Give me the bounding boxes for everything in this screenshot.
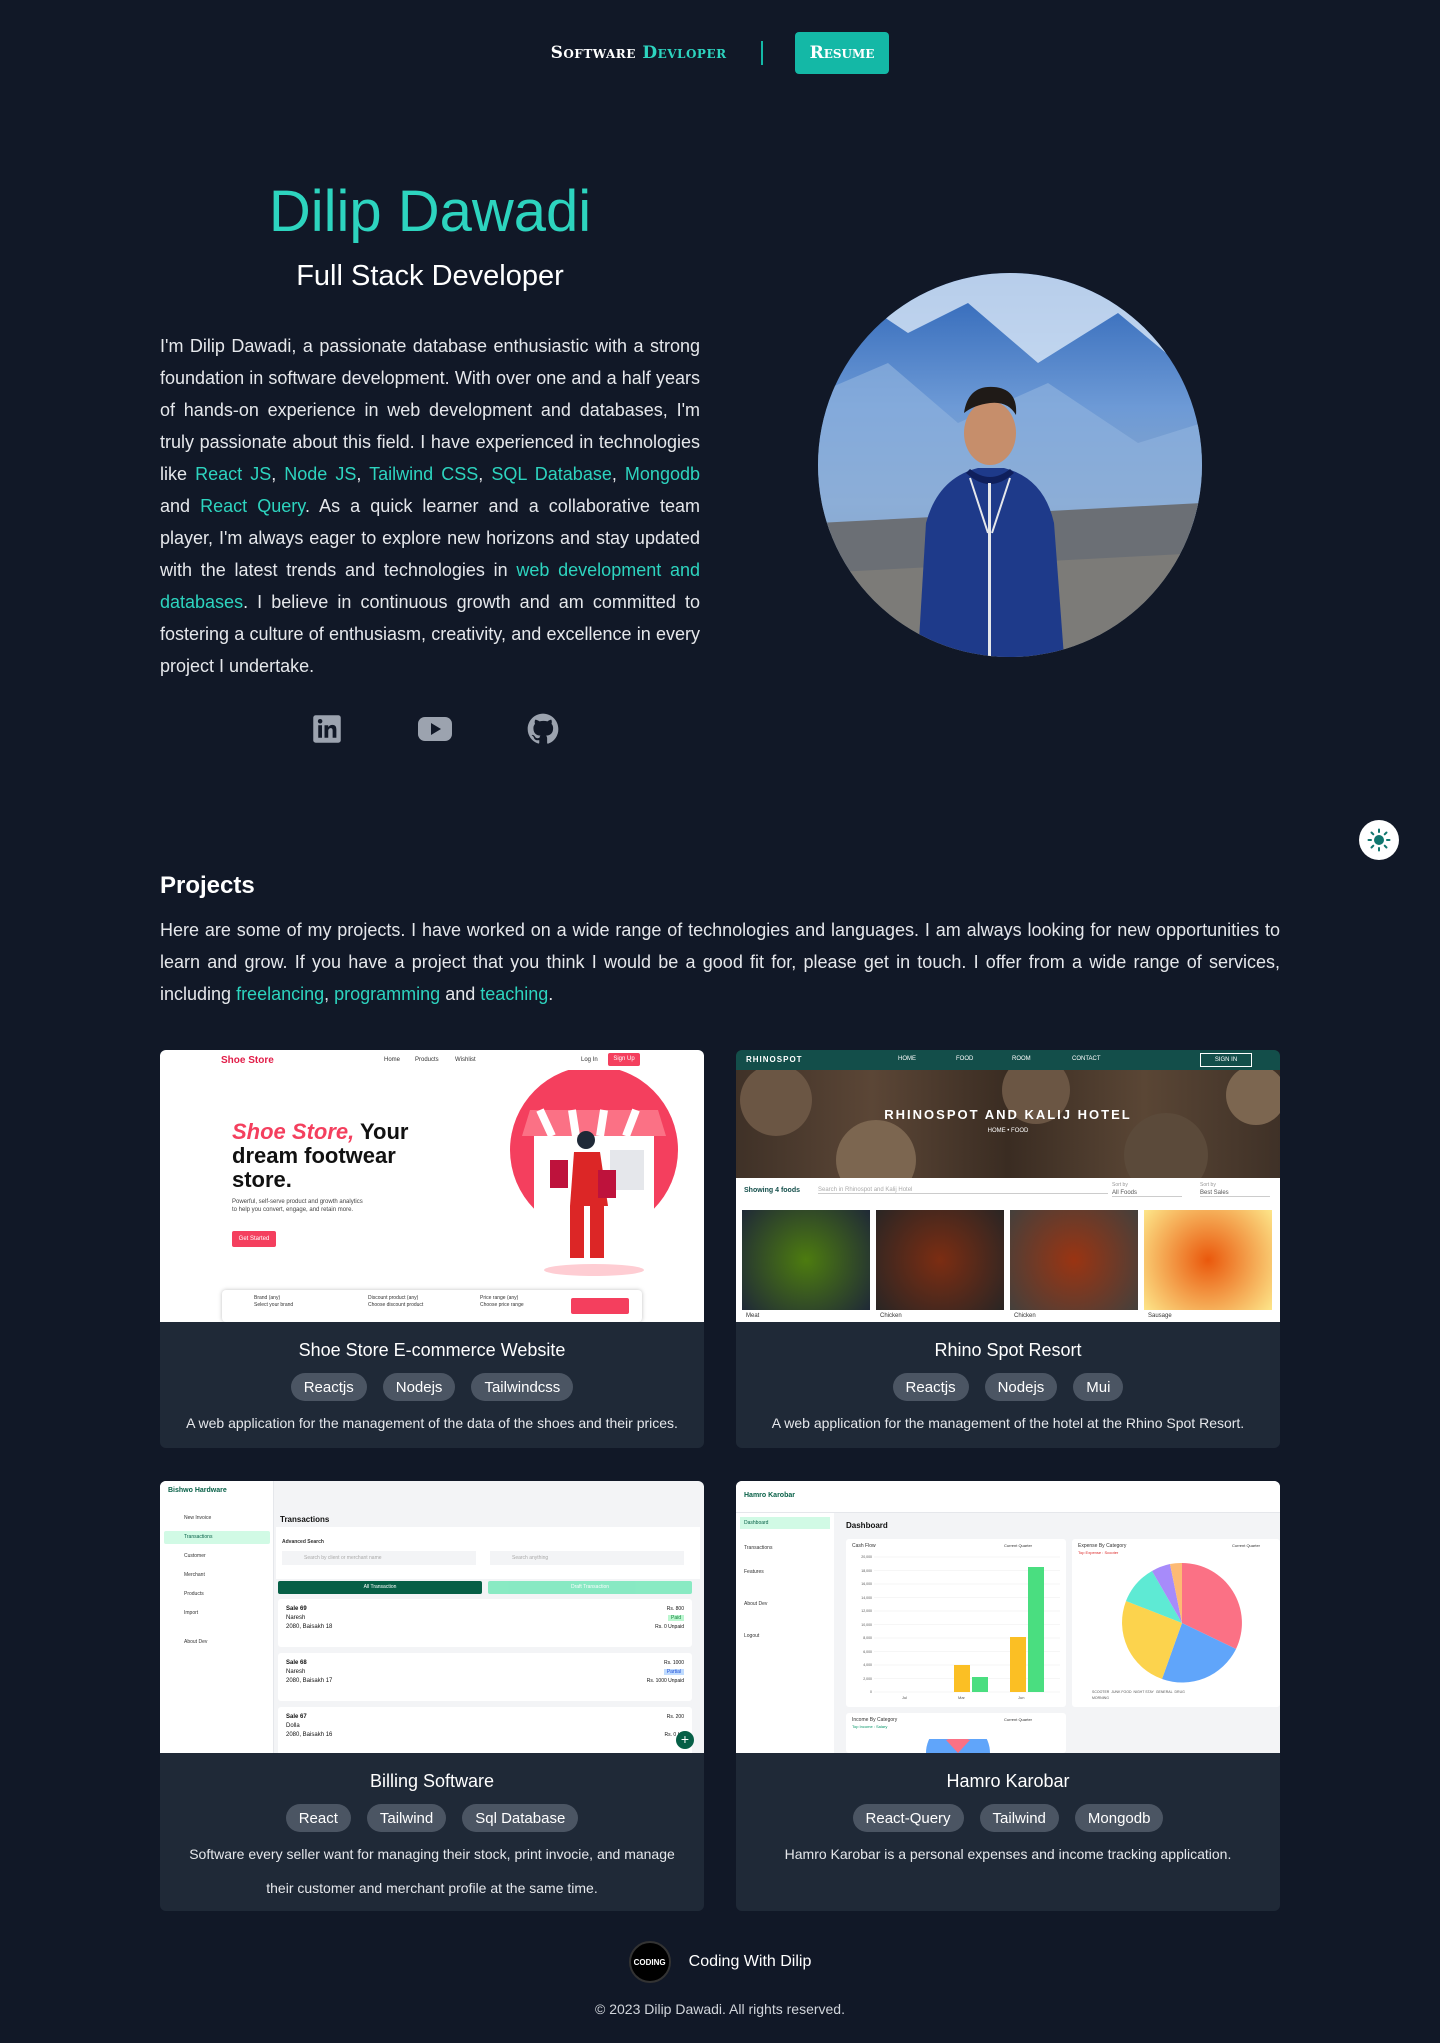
youtube-icon[interactable] xyxy=(418,712,452,746)
project-card-shoe-store[interactable]: Shoe Store Home Products Wishlist Log In… xyxy=(160,1050,704,1448)
project-card-hamro-karobar[interactable]: Hamro Karobar Dashboard Transactions Fea… xyxy=(736,1481,1280,1911)
social-links xyxy=(310,712,560,746)
tech-link-sql[interactable]: SQL Database xyxy=(491,464,611,484)
tech-tag: Reactjs xyxy=(290,1373,367,1401)
service-link-teaching[interactable]: teaching xyxy=(480,984,548,1004)
cash-flow-bar xyxy=(1028,1567,1044,1692)
hero-bio: I'm Dilip Dawadi, a passionate database … xyxy=(160,336,700,676)
tech-link-mongodb[interactable]: Mongodb xyxy=(625,464,700,484)
y-tick-label: 2,000 xyxy=(863,1676,872,1681)
y-tick-label: 12,000 xyxy=(861,1609,872,1613)
service-link-programming[interactable]: programming xyxy=(334,984,440,1004)
tech-tag: React xyxy=(285,1804,351,1832)
service-link-freelancing[interactable]: freelancing xyxy=(236,984,324,1004)
project-description: Hamro Karobar is a personal expenses and… xyxy=(784,1846,1232,1862)
project-screenshot: Hamro Karobar Dashboard Transactions Fea… xyxy=(736,1481,1280,1753)
hero-role: Full Stack Developer xyxy=(296,260,564,292)
project-screenshot: RHINOSPOT HOME FOOD ROOM CONTACT SIGN IN… xyxy=(736,1050,1280,1322)
tech-link-node[interactable]: Node JS xyxy=(284,464,356,484)
tech-tag: React-Query xyxy=(852,1804,964,1832)
header-divider xyxy=(760,41,763,65)
tech-tag: Nodejs xyxy=(984,1373,1058,1401)
y-tick-label: 16,000 xyxy=(861,1582,872,1586)
top-navbar: Software Devloper Resume xyxy=(0,32,1440,74)
project-screenshot: Shoe Store Home Products Wishlist Log In… xyxy=(160,1050,704,1322)
brand-part2: Devloper xyxy=(642,43,727,63)
cash-flow-chart xyxy=(874,1556,1060,1693)
tech-tag: Reactjs xyxy=(892,1373,969,1401)
cash-flow-bar xyxy=(1010,1637,1026,1692)
project-title: Hamro Karobar xyxy=(946,1771,1070,1791)
project-card-billing-software[interactable]: Bishwo Hardware New Invoice Transactions… xyxy=(160,1481,704,1911)
y-tick-label: 8,000 xyxy=(863,1636,872,1640)
project-title: Shoe Store E-commerce Website xyxy=(298,1340,566,1360)
copyright-text: © 2023 Dilip Dawadi. All rights reserved… xyxy=(595,2001,845,2017)
footer-brand: CODING Coding With Dilip xyxy=(0,1941,1440,1983)
y-tick-label: 10,000 xyxy=(861,1622,872,1627)
projects-intro: Here are some of my projects. I have wor… xyxy=(160,920,1280,1004)
resume-button[interactable]: Resume xyxy=(794,32,890,74)
tech-tag: Tailwindcss xyxy=(471,1373,574,1401)
project-description: A web application for the management of … xyxy=(186,1415,678,1431)
github-icon[interactable] xyxy=(526,712,560,746)
cash-flow-bar xyxy=(954,1665,970,1692)
project-card-rhino-spot[interactable]: RHINOSPOT HOME FOOD ROOM CONTACT SIGN IN… xyxy=(736,1050,1280,1448)
project-description: A web application for the management of … xyxy=(771,1415,1245,1431)
tech-tag: Nodejs xyxy=(382,1373,456,1401)
tech-tag: Tailwind xyxy=(979,1804,1059,1832)
tech-link-tailwind[interactable]: Tailwind CSS xyxy=(369,464,478,484)
profile-photo xyxy=(818,273,1202,657)
cash-flow-bar xyxy=(972,1677,988,1692)
y-tick-label: 18,000 xyxy=(861,1568,872,1573)
tech-tag: Mongodb xyxy=(1074,1804,1164,1832)
hero-name: Dilip Dawadi xyxy=(268,179,592,244)
projects-title: Projects xyxy=(160,872,255,899)
y-tick-label: 4,000 xyxy=(863,1663,872,1667)
sun-icon xyxy=(1367,828,1391,852)
y-tick-label: 14,000 xyxy=(861,1595,872,1600)
site-brand[interactable]: Software Devloper xyxy=(551,43,727,63)
project-description: Software every seller want for managing … xyxy=(189,1846,675,1896)
project-tags: Reactjs Nodejs Mui xyxy=(736,1373,1280,1401)
brand-part1: Software xyxy=(550,43,636,63)
project-tags: Reactjs Nodejs Tailwindcss xyxy=(160,1373,704,1401)
footer-brand-text[interactable]: Coding With Dilip xyxy=(689,1953,812,1971)
y-tick-label: 0 xyxy=(870,1690,872,1694)
tech-tag: Sql Database xyxy=(462,1804,579,1832)
project-title: Rhino Spot Resort xyxy=(934,1340,1082,1360)
tech-tag: Tailwind xyxy=(366,1804,447,1832)
project-tags: React Tailwind Sql Database xyxy=(160,1804,704,1832)
footer-logo[interactable]: CODING xyxy=(628,1941,671,1983)
theme-toggle-button[interactable] xyxy=(1359,820,1399,860)
project-title: Billing Software xyxy=(369,1771,495,1791)
tech-link-react[interactable]: React JS xyxy=(195,464,271,484)
y-tick-label: 20,000 xyxy=(861,1555,872,1559)
linkedin-icon[interactable] xyxy=(310,712,344,746)
y-tick-label: 6,000 xyxy=(863,1649,872,1654)
project-tags: React-Query Tailwind Mongodb xyxy=(736,1804,1280,1832)
project-screenshot: Bishwo Hardware New Invoice Transactions… xyxy=(160,1481,704,1753)
tech-link-react-query[interactable]: React Query xyxy=(200,496,305,516)
tech-tag: Mui xyxy=(1073,1373,1124,1401)
